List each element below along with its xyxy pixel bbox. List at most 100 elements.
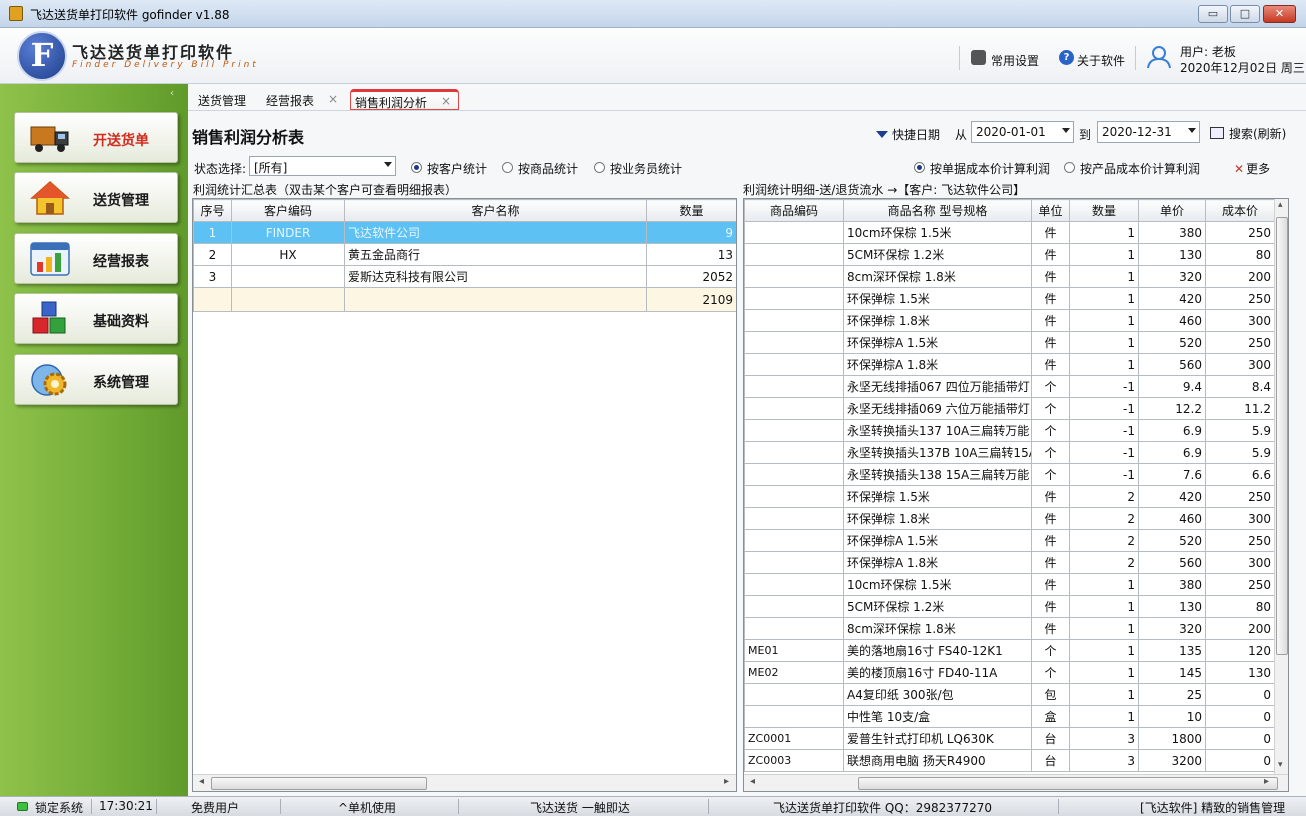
nav-new-delivery[interactable]: 开送货单 — [14, 112, 178, 163]
status-user-type: 免费用户 — [191, 801, 240, 815]
radio-by-customer[interactable] — [411, 162, 422, 173]
radio-product-cost[interactable] — [1064, 162, 1075, 173]
table-row[interactable]: ME02 美的楼顶扇16寸 FD40-11A 个 1 145 130 — [744, 661, 1275, 684]
cell-code: HX — [231, 243, 345, 266]
cell-code — [744, 309, 844, 332]
nav-basic-data[interactable]: 基础资料 — [14, 293, 178, 344]
table-row[interactable]: 永坚转换插头137B 10A三扁转15A三个 -1 6.9 5.9 — [744, 441, 1275, 464]
table-row[interactable]: 中性笔 10支/盒盒 1 10 0 — [744, 705, 1275, 728]
about-button[interactable]: 关于软件 — [1077, 52, 1125, 69]
summary-grid[interactable]: 序号 客户编码 客户名称 数量 1 FINDER 飞达软件公司 9 2 HX 黄… — [192, 198, 737, 792]
table-row[interactable]: A4复印纸 300张/包包 1 25 0 — [744, 683, 1275, 706]
status-divider — [1058, 799, 1059, 814]
col-header[interactable]: 成本价 — [1205, 199, 1275, 222]
col-header[interactable]: 商品编码 — [744, 199, 844, 222]
cell-unit: 件 — [1031, 243, 1070, 266]
scroll-thumb[interactable] — [211, 777, 427, 790]
col-header[interactable]: 客户名称 — [344, 199, 647, 222]
help-icon: ? — [1059, 50, 1074, 65]
lock-system-button[interactable]: 锁定系统 — [35, 799, 83, 816]
nav-business-reports[interactable]: 经营报表 — [14, 233, 178, 284]
maximize-button[interactable]: □ — [1230, 5, 1260, 23]
radio-by-salesman[interactable] — [594, 162, 605, 173]
table-row[interactable]: ME01 美的落地扇16寸 FS40-12K1 个 1 135 120 — [744, 639, 1275, 662]
table-row[interactable]: 1 FINDER 飞达软件公司 9 — [193, 221, 736, 244]
table-row[interactable]: ZC0003 联想商用电脑 扬天R4900 台 3 3200 0 — [744, 749, 1275, 772]
nav-system-management[interactable]: 系统管理 — [14, 354, 178, 405]
detail-grid[interactable]: 商品编码 商品名称 型号规格 单位 数量 单价 成本价 10cm环保棕 1.5米… — [743, 198, 1289, 792]
table-row[interactable]: 环保弹棕A 1.5米件 2 520 250 — [744, 529, 1275, 552]
status-divider — [458, 799, 459, 814]
cell-code — [744, 419, 844, 442]
table-row[interactable]: 永坚无线排插069 六位万能插带灯个 -1 12.2 11.2 — [744, 397, 1275, 420]
table-row[interactable]: 8cm深环保棕 1.8米件 1 320 200 — [744, 265, 1275, 288]
table-row[interactable]: 10cm环保棕 1.5米件 1 380 250 — [744, 573, 1275, 596]
radio-bill-cost[interactable] — [914, 162, 925, 173]
col-header[interactable]: 数量 — [646, 199, 736, 222]
tab-close-icon[interactable]: × — [328, 92, 338, 106]
table-row[interactable]: 环保弹棕 1.5米件 1 420 250 — [744, 287, 1275, 310]
tab-business-reports[interactable]: 经营报表 — [266, 92, 314, 109]
horizontal-scrollbar[interactable]: ◂ ▸ — [193, 774, 736, 791]
tab-sales-profit-analysis[interactable]: 销售利润分析 × — [350, 89, 459, 110]
more-button[interactable]: ✕ 更多 — [1234, 160, 1270, 177]
table-row[interactable]: 环保弹棕A 1.8米件 2 560 300 — [744, 551, 1275, 574]
col-header[interactable]: 客户编码 — [231, 199, 345, 222]
scroll-thumb[interactable] — [858, 777, 1278, 790]
minimize-button[interactable]: ▭ — [1198, 5, 1228, 23]
col-header[interactable]: 商品名称 型号规格 — [843, 199, 1032, 222]
sidebar-collapse-icon[interactable]: ‹ — [170, 88, 174, 99]
cell-no: 3 — [193, 265, 232, 288]
close-button[interactable]: ✕ — [1263, 5, 1296, 23]
table-row[interactable]: 3 爱斯达克科技有限公司 2052 — [193, 265, 736, 288]
tab-delivery-management[interactable]: 送货管理 — [198, 92, 246, 109]
tab-close-icon[interactable]: × — [441, 94, 451, 108]
cell-price: 560 — [1138, 353, 1206, 376]
settings-button[interactable]: 常用设置 — [991, 52, 1039, 69]
scroll-left-icon[interactable]: ◂ — [199, 776, 204, 787]
cell-price: 6.9 — [1138, 441, 1206, 464]
cell-qty: 1 — [1069, 573, 1139, 596]
cell-price: 460 — [1138, 507, 1206, 530]
cell-code — [744, 573, 844, 596]
table-row[interactable]: 8cm深环保棕 1.8米件 1 320 200 — [744, 617, 1275, 640]
scroll-thumb[interactable] — [1276, 217, 1288, 655]
nav-delivery-management[interactable]: 送货管理 — [14, 172, 178, 223]
table-row[interactable]: 10cm环保棕 1.5米件 1 380 250 — [744, 221, 1275, 244]
status-divider — [280, 799, 281, 814]
table-row[interactable]: 5CM环保棕 1.2米件 1 130 80 — [744, 243, 1275, 266]
table-row[interactable]: ZC0001 爱普生针式打印机 LQ630K 台 3 1800 0 — [744, 727, 1275, 750]
scroll-right-icon[interactable]: ▸ — [724, 776, 729, 787]
col-header[interactable]: 序号 — [193, 199, 232, 222]
cell-price: 420 — [1138, 485, 1206, 508]
chevron-down-icon — [384, 162, 392, 167]
horizontal-scrollbar[interactable]: ◂ ▸ — [744, 774, 1288, 791]
col-header[interactable]: 数量 — [1069, 199, 1139, 222]
cell-price: 145 — [1138, 661, 1206, 684]
table-row[interactable]: 永坚无线排插067 四位万能插带灯个 -1 9.4 8.4 — [744, 375, 1275, 398]
date-from-picker[interactable]: 2020-01-01 — [971, 121, 1074, 143]
table-row[interactable]: 环保弹棕A 1.5米件 1 520 250 — [744, 331, 1275, 354]
scroll-up-icon[interactable]: ▴ — [1278, 200, 1283, 210]
vertical-scrollbar[interactable]: ▴ ▾ — [1274, 199, 1288, 774]
scroll-down-icon[interactable]: ▾ — [1278, 760, 1283, 770]
date-to-picker[interactable]: 2020-12-31 — [1097, 121, 1200, 143]
quick-date-button[interactable]: 快捷日期 — [876, 126, 940, 143]
table-row[interactable]: 永坚转换插头137 10A三扁转万能个 -1 6.9 5.9 — [744, 419, 1275, 442]
current-date: 2020年12月02日 周三 — [1180, 61, 1305, 75]
col-header[interactable]: 单价 — [1138, 199, 1206, 222]
table-row[interactable]: 环保弹棕A 1.8米件 1 560 300 — [744, 353, 1275, 376]
table-row[interactable]: 5CM环保棕 1.2米件 1 130 80 — [744, 595, 1275, 618]
table-row[interactable]: 环保弹棕 1.8米件 1 460 300 — [744, 309, 1275, 332]
col-header[interactable]: 单位 — [1031, 199, 1070, 222]
scroll-right-icon[interactable]: ▸ — [1264, 776, 1269, 787]
scroll-left-icon[interactable]: ◂ — [750, 776, 755, 787]
table-row[interactable]: 永坚转换插头138 15A三扁转万能个 -1 7.6 6.6 — [744, 463, 1275, 486]
search-refresh-button[interactable]: 搜索(刷新) — [1210, 125, 1286, 142]
radio-by-product[interactable] — [502, 162, 513, 173]
status-select[interactable]: [所有] — [249, 156, 396, 176]
detail-header-row: 商品编码 商品名称 型号规格 单位 数量 单价 成本价 — [744, 199, 1275, 222]
table-row[interactable]: 2 HX 黄五金品商行 13 — [193, 243, 736, 266]
table-row[interactable]: 环保弹棕 1.5米件 2 420 250 — [744, 485, 1275, 508]
table-row[interactable]: 环保弹棕 1.8米件 2 460 300 — [744, 507, 1275, 530]
